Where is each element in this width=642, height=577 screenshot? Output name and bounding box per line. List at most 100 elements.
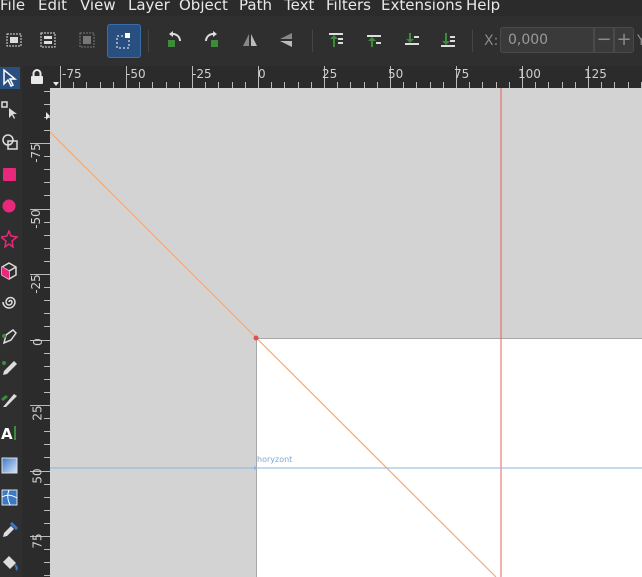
pen-icon (2, 329, 17, 345)
node-tool[interactable] (0, 99, 20, 121)
menu-view[interactable]: View (80, 0, 116, 13)
ruler-label: -75 (28, 143, 43, 163)
rotate-ccw-button[interactable] (160, 26, 188, 54)
menu-bar: File Edit View Layer Object Path Text Fi… (0, 0, 642, 16)
menu-layer[interactable]: Layer (128, 0, 170, 13)
flip-vertical-button[interactable] (272, 26, 300, 54)
ruler-label: 100 (518, 67, 541, 81)
rotate-cw-button[interactable] (198, 26, 226, 54)
rectangle-tool[interactable] (0, 164, 20, 186)
lower-button[interactable] (398, 26, 426, 54)
paint-bucket-tool[interactable] (0, 551, 20, 573)
spiral-icon (2, 296, 16, 309)
rectangle-icon (3, 168, 16, 181)
ruler-label: 0 (258, 67, 266, 81)
3d-box-icon (1, 262, 17, 280)
ruler-label: -50 (126, 67, 146, 81)
raise-to-top-icon (329, 33, 343, 47)
select-all-layers-button[interactable] (34, 26, 62, 54)
y-label: Y (637, 33, 642, 49)
menu-path[interactable]: Path (239, 0, 272, 13)
x-label: X: (484, 33, 499, 49)
select-all-icon (6, 33, 22, 47)
raise-button[interactable] (360, 26, 388, 54)
guide-anchor[interactable] (253, 335, 259, 341)
deselect-icon (79, 32, 95, 48)
lower-to-bottom-button[interactable] (434, 26, 462, 54)
guide-label: horyzont (257, 455, 293, 464)
ruler-label: 50 (30, 468, 45, 484)
ruler-label: 75 (454, 67, 470, 81)
paint-bucket-icon (3, 556, 18, 571)
raise-icon (367, 35, 381, 47)
dropper-icon (3, 521, 19, 537)
tweak-icon (2, 134, 18, 150)
node-icon (1, 101, 17, 119)
pencil-icon (2, 361, 17, 375)
deselect-button[interactable] (73, 26, 101, 54)
ruler-label: -25 (28, 274, 43, 294)
guide-anchor[interactable] (254, 466, 258, 470)
3d-box-tool[interactable] (0, 260, 20, 282)
tweak-tool[interactable] (0, 131, 20, 153)
menu-help[interactable]: Help (466, 0, 500, 13)
x-increment-button[interactable]: + (614, 27, 634, 53)
toolbox: A (0, 66, 22, 577)
menu-object[interactable]: Object (179, 0, 228, 13)
dropper-tool[interactable] (0, 519, 20, 541)
x-decrement-button[interactable]: − (594, 27, 614, 53)
horizontal-ruler[interactable]: -75 -50 -25 0 25 50 75 100 125 (50, 66, 642, 88)
flip-vertical-icon (280, 33, 292, 47)
calligraphy-icon (1, 394, 17, 407)
ruler-label: -25 (192, 67, 212, 81)
text-icon: A (1, 425, 16, 442)
vertical-ruler[interactable]: -75 -50 -25 0 25 50 75 (28, 88, 50, 577)
menu-edit[interactable]: Edit (38, 0, 67, 13)
ruler-label: 0 (30, 338, 45, 346)
drawing-canvas[interactable]: horyzont (50, 88, 642, 577)
calligraphy-tool[interactable] (0, 389, 20, 411)
mesh-icon (1, 489, 18, 506)
ruler-label: 50 (388, 67, 404, 81)
menu-file[interactable]: File (0, 0, 25, 13)
touch-select-icon (116, 33, 130, 49)
flip-horizontal-icon (243, 34, 257, 46)
lock-icon[interactable] (30, 69, 44, 85)
tool-controls-bar: X: − + Y (0, 16, 642, 66)
menu-extensions[interactable]: Extensions (381, 0, 462, 13)
menu-text[interactable]: Text (284, 0, 314, 13)
pencil-tool[interactable] (0, 357, 20, 379)
gradient-tool[interactable] (0, 455, 20, 477)
flip-horizontal-button[interactable] (236, 26, 264, 54)
select-all-button[interactable] (0, 26, 28, 54)
guides-layer (50, 88, 642, 577)
x-coordinate-input[interactable] (500, 27, 594, 53)
text-tool[interactable]: A (0, 422, 20, 444)
menu-filters[interactable]: Filters (326, 0, 371, 13)
spiral-tool[interactable] (0, 292, 20, 314)
toolbar-separator (148, 30, 149, 52)
rotate-ccw-icon (168, 31, 181, 47)
pen-tool[interactable] (0, 326, 20, 348)
ruler-label: 25 (322, 67, 338, 81)
lower-to-bottom-icon (441, 33, 455, 47)
raise-to-top-button[interactable] (322, 26, 350, 54)
ruler-label: 25 (30, 405, 45, 421)
rotate-cw-icon (205, 31, 218, 47)
svg-text:A: A (1, 425, 13, 442)
selector-tool[interactable] (0, 67, 20, 89)
touch-select-button[interactable] (107, 24, 141, 58)
toolbar-separator (312, 30, 313, 52)
select-all-layers-icon (40, 32, 56, 48)
ruler-label: -75 (62, 67, 82, 81)
star-tool[interactable] (0, 228, 20, 250)
star-icon (1, 230, 19, 248)
diagonal-guide[interactable] (50, 131, 497, 577)
ruler-label: -50 (28, 209, 43, 229)
lower-icon (405, 33, 419, 45)
toolbar-separator (472, 30, 473, 52)
mesh-tool[interactable] (0, 487, 20, 509)
ellipse-icon (2, 199, 16, 213)
selector-icon (3, 69, 18, 87)
ellipse-tool[interactable] (0, 196, 20, 218)
